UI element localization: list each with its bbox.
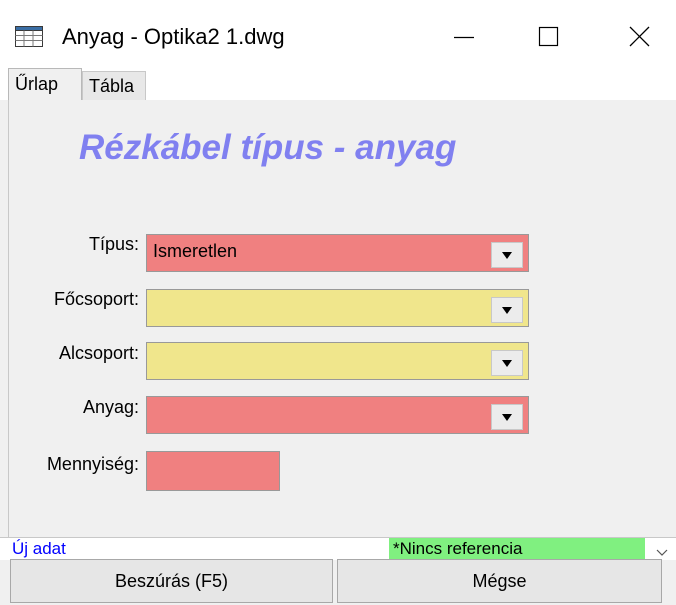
tab-urlap[interactable]: Űrlap bbox=[8, 68, 82, 101]
focsoport-combobox[interactable] bbox=[146, 289, 529, 327]
tab-strip: Űrlap Tábla bbox=[0, 68, 676, 101]
mennyiseg-input[interactable] bbox=[146, 451, 280, 491]
maximize-icon bbox=[526, 26, 572, 66]
anyag-label: Anyag: bbox=[82, 397, 139, 417]
minimize-icon bbox=[442, 36, 488, 66]
triangle-down-icon bbox=[502, 360, 512, 367]
focsoport-label: Főcsoport: bbox=[53, 289, 139, 309]
status-bar: Új adat *Nincs referencia bbox=[0, 537, 676, 560]
focsoport-dropdown-button[interactable] bbox=[491, 297, 523, 323]
tipus-dropdown-button[interactable] bbox=[491, 242, 523, 268]
mennyiseg-label: Mennyiség: bbox=[46, 454, 139, 474]
alcsoport-dropdown-button[interactable] bbox=[491, 350, 523, 376]
table-icon bbox=[15, 26, 43, 47]
title-bar: Anyag - Optika2 1.dwg bbox=[0, 0, 676, 68]
minimize-button[interactable] bbox=[442, 10, 488, 62]
record-status: Új adat bbox=[12, 539, 66, 558]
alcsoport-label: Alcsoport: bbox=[58, 343, 139, 363]
triangle-down-icon bbox=[502, 307, 512, 314]
triangle-down-icon bbox=[502, 252, 512, 259]
maximize-button[interactable] bbox=[526, 10, 572, 62]
tipus-value: Ismeretlen bbox=[153, 241, 238, 261]
anyag-dropdown-button[interactable] bbox=[491, 404, 523, 430]
tab-tabla[interactable]: Tábla bbox=[82, 71, 146, 100]
form-title: Rézkábel típus - anyag bbox=[79, 128, 457, 167]
anyag-combobox[interactable] bbox=[146, 396, 529, 434]
tipus-label: Típus: bbox=[88, 234, 139, 254]
insert-button[interactable]: Beszúrás (F5) bbox=[10, 559, 333, 603]
dialog-window: Anyag - Optika2 1.dwg Űrlap Tábla Rézkáb… bbox=[0, 0, 676, 605]
window-title: Anyag - Optika2 1.dwg bbox=[62, 24, 285, 49]
triangle-down-icon bbox=[502, 414, 512, 421]
cancel-button[interactable]: Mégse bbox=[337, 559, 662, 603]
reference-status: *Nincs referencia bbox=[389, 538, 645, 560]
close-icon bbox=[616, 26, 662, 66]
form-panel: Rézkábel típus - anyag Típus: Ismeretlen… bbox=[8, 100, 676, 537]
close-button[interactable] bbox=[616, 10, 662, 62]
tipus-combobox[interactable]: Ismeretlen bbox=[146, 234, 529, 272]
alcsoport-combobox[interactable] bbox=[146, 342, 529, 380]
